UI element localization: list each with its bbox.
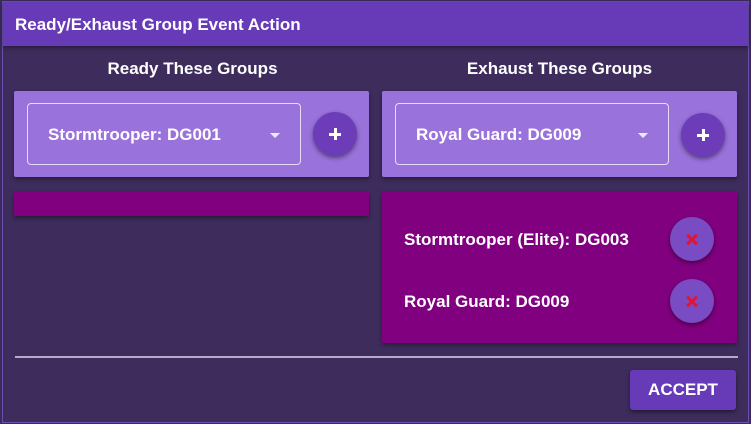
event-action-dialog: Ready/Exhaust Group Event Action Ready T… — [3, 2, 748, 422]
remove-exhaust-item-button[interactable] — [670, 217, 714, 261]
exhaust-group-picker: Royal Guard: DG009 — [382, 91, 737, 177]
add-exhaust-group-button[interactable] — [681, 113, 725, 157]
exhaust-group-select-value: Royal Guard: DG009 — [416, 125, 582, 144]
remove-exhaust-item-button[interactable] — [670, 279, 714, 323]
ready-groups-list — [14, 192, 369, 216]
exhaust-groups-list: Stormtrooper (Elite): DG003 Royal Guard:… — [382, 192, 737, 343]
accept-button[interactable]: ACCEPT — [630, 370, 736, 410]
chevron-down-icon — [270, 133, 280, 138]
dialog-divider — [15, 356, 738, 358]
ready-group-select[interactable]: Stormtrooper: DG001 — [27, 103, 301, 165]
exhaust-group-select[interactable]: Royal Guard: DG009 — [395, 103, 669, 165]
exhaust-list-item-label: Royal Guard: DG009 — [404, 292, 570, 311]
exhaust-list-item-label: Stormtrooper (Elite): DG003 — [404, 230, 629, 249]
add-ready-group-button[interactable] — [313, 112, 357, 156]
dialog-titlebar: Ready/Exhaust Group Event Action — [3, 2, 748, 46]
ready-group-picker: Stormtrooper: DG001 — [14, 91, 369, 177]
ready-group-select-value: Stormtrooper: DG001 — [48, 125, 221, 144]
ready-groups-heading: Ready These Groups — [107, 59, 278, 78]
exhaust-groups-heading: Exhaust These Groups — [466, 59, 653, 78]
chevron-down-icon — [638, 133, 648, 138]
dialog-title: Ready/Exhaust Group Event Action — [15, 15, 301, 34]
